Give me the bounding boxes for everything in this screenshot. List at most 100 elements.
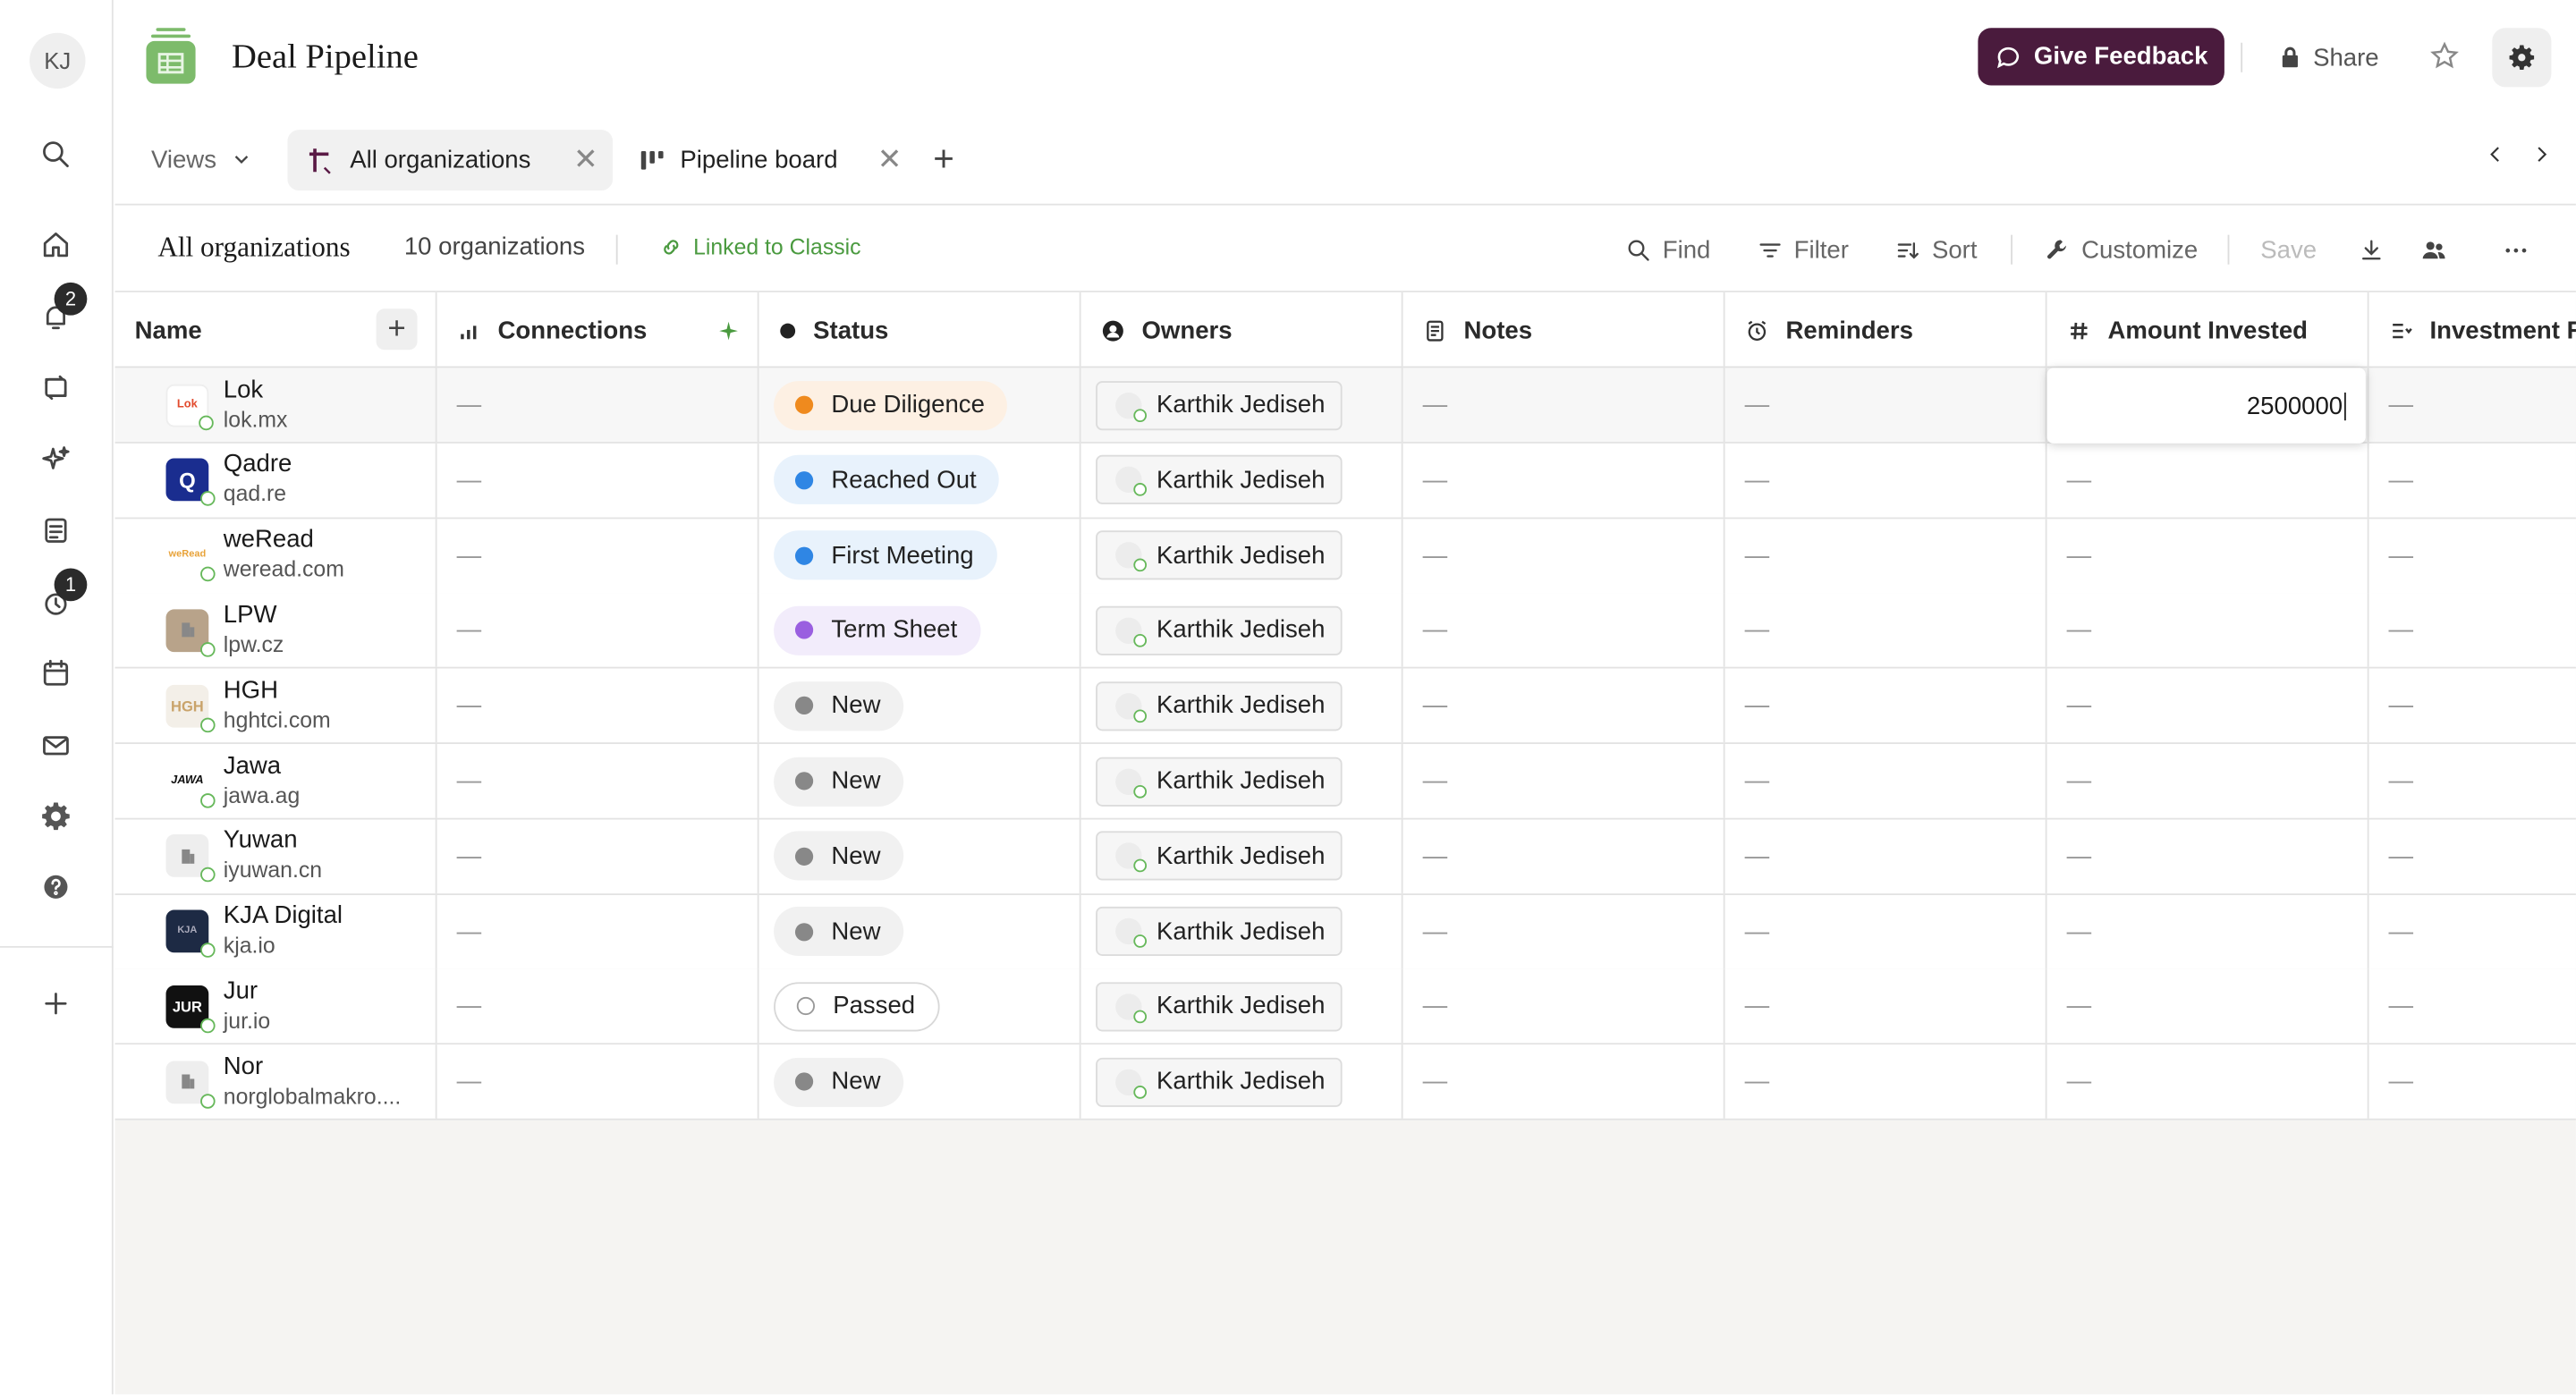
owner-chip[interactable]: Karthik Jediseh — [1096, 681, 1342, 731]
investment-round-cell[interactable]: — — [2369, 819, 2576, 893]
table-row[interactable]: Nor norglobalmakro.... — New Karthik Jediseh… — [114, 1044, 2576, 1120]
org-name[interactable]: Jawa — [224, 751, 300, 781]
sparkle-icon[interactable] — [36, 440, 75, 479]
connections-cell[interactable]: — — [437, 593, 759, 668]
chevron-left-icon[interactable] — [2484, 143, 2507, 166]
status-pill[interactable]: Term Sheet — [774, 605, 980, 655]
connections-cell[interactable]: — — [437, 668, 759, 743]
org-domain[interactable]: iyuwan.cn — [224, 856, 322, 885]
sort-button[interactable]: Sort — [1894, 232, 1977, 267]
amount-input-value[interactable]: 2500000 — [2247, 392, 2343, 419]
name-cell[interactable]: weRead weRead weread.com — [115, 518, 437, 593]
investment-round-cell[interactable]: — — [2369, 368, 2576, 442]
status-pill[interactable]: New — [774, 681, 904, 731]
people-icon[interactable] — [2419, 232, 2447, 267]
owners-cell[interactable]: Karthik Jediseh — [1081, 819, 1403, 893]
notes-icon[interactable] — [36, 511, 75, 550]
reminders-cell[interactable]: — — [1725, 819, 2047, 893]
tab-all-organizations[interactable]: All organizations ✕ — [287, 130, 614, 191]
name-cell[interactable]: Nor norglobalmakro.... — [115, 1044, 437, 1120]
column-header-owners[interactable]: Owners — [1081, 292, 1403, 368]
status-cell[interactable]: New — [759, 1044, 1081, 1120]
status-pill[interactable]: New — [774, 1057, 904, 1107]
name-cell[interactable]: JUR Jur jur.io — [115, 969, 437, 1044]
notes-cell[interactable]: — — [1403, 744, 1725, 818]
notes-cell[interactable]: — — [1403, 819, 1725, 893]
owner-chip[interactable]: Karthik Jediseh — [1096, 455, 1342, 505]
table-row[interactable]: weRead weRead weread.com — First Meeting Kart… — [114, 518, 2576, 595]
owners-cell[interactable]: Karthik Jediseh — [1081, 668, 1403, 743]
org-domain[interactable]: qad.re — [224, 480, 292, 510]
notes-cell[interactable]: — — [1403, 593, 1725, 668]
connections-cell[interactable]: — — [437, 969, 759, 1044]
amount-invested-cell[interactable]: — — [2047, 819, 2369, 893]
investment-round-cell[interactable]: — — [2369, 1044, 2576, 1119]
search-icon[interactable] — [36, 135, 75, 174]
investment-round-cell[interactable]: — — [2369, 444, 2576, 518]
org-name[interactable]: Jur — [224, 977, 270, 1007]
org-domain[interactable]: kja.io — [224, 932, 343, 961]
add-view-button[interactable]: + — [933, 139, 954, 179]
org-domain[interactable]: weread.com — [224, 555, 344, 585]
more-options-icon[interactable] — [2502, 232, 2529, 267]
notes-cell[interactable]: — — [1403, 368, 1725, 443]
owners-cell[interactable]: Karthik Jediseh — [1081, 894, 1403, 968]
status-pill[interactable]: First Meeting — [774, 530, 997, 580]
owner-chip[interactable]: Karthik Jediseh — [1096, 831, 1342, 882]
reminders-cell[interactable]: — — [1725, 894, 2047, 968]
amount-invested-cell[interactable]: — — [2047, 443, 2369, 518]
status-pill[interactable]: New — [774, 831, 904, 882]
owner-chip[interactable]: Karthik Jediseh — [1096, 380, 1342, 430]
table-row[interactable]: LPW lpw.cz — Term Sheet Karthik Jediseh — — — — — [114, 593, 2576, 670]
investment-round-cell[interactable]: — — [2369, 894, 2576, 968]
org-name[interactable]: weRead — [224, 526, 344, 555]
connections-cell[interactable]: — — [437, 518, 759, 593]
reminders-cell[interactable]: — — [1725, 1044, 2047, 1120]
views-dropdown[interactable]: Views — [151, 140, 252, 179]
notes-cell[interactable]: — — [1403, 668, 1725, 743]
amount-invested-editor[interactable]: 2500000 — [2046, 368, 2366, 444]
org-name[interactable]: KJA Digital — [224, 902, 343, 932]
status-pill[interactable]: Due Diligence — [774, 380, 1008, 430]
column-header-name[interactable]: Name + — [115, 292, 437, 368]
reminders-cell[interactable]: — — [1725, 443, 2047, 518]
org-domain[interactable]: jawa.ag — [224, 781, 300, 810]
status-pill[interactable]: New — [774, 756, 904, 806]
amount-invested-cell[interactable]: — — [2047, 894, 2369, 968]
page-settings-button[interactable] — [2492, 28, 2552, 88]
org-name[interactable]: Nor — [224, 1053, 401, 1082]
column-header-notes[interactable]: Notes — [1403, 292, 1725, 368]
name-cell[interactable]: KJA KJA Digital kja.io — [115, 894, 437, 968]
reminders-cell[interactable]: — — [1725, 518, 2047, 593]
customize-button[interactable]: Customize — [2044, 232, 2198, 267]
owners-cell[interactable]: Karthik Jediseh — [1081, 744, 1403, 818]
column-header-status[interactable]: Status — [759, 292, 1081, 368]
connections-cell[interactable]: — — [437, 894, 759, 968]
connections-cell[interactable]: — — [437, 368, 759, 443]
user-avatar[interactable]: KJ — [30, 32, 86, 89]
owner-chip[interactable]: Karthik Jediseh — [1096, 982, 1342, 1032]
home-icon[interactable] — [36, 225, 75, 265]
table-row[interactable]: Yuwan iyuwan.cn — New Karthik Jediseh — — — — — [114, 819, 2576, 895]
org-name[interactable]: LPW — [224, 601, 284, 630]
column-header-amount-invested[interactable]: Amount Invested — [2047, 292, 2369, 368]
investment-round-cell[interactable]: — — [2369, 744, 2576, 818]
give-feedback-button[interactable]: Give Feedback — [1978, 28, 2224, 86]
owners-cell[interactable]: Karthik Jediseh — [1081, 969, 1403, 1044]
notes-cell[interactable]: — — [1403, 969, 1725, 1044]
name-cell[interactable]: Q Qadre qad.re — [115, 443, 437, 518]
download-icon[interactable] — [2358, 232, 2385, 267]
add-column-plus-icon[interactable]: + — [376, 309, 418, 351]
org-name[interactable]: Lok — [224, 376, 288, 405]
name-cell[interactable]: JAWA Jawa jawa.ag — [115, 744, 437, 818]
amount-invested-cell[interactable]: — — [2047, 593, 2369, 668]
sync-icon[interactable] — [36, 368, 75, 407]
org-domain[interactable]: norglobalmakro.... — [224, 1082, 401, 1112]
table-row[interactable]: Q Qadre qad.re — Reached Out Karthik Jediseh —… — [114, 443, 2576, 520]
help-icon[interactable] — [36, 867, 75, 907]
reminders-cell[interactable]: — — [1725, 744, 2047, 818]
save-button[interactable]: Save — [2260, 232, 2317, 267]
settings-gear-icon[interactable] — [36, 797, 75, 836]
name-cell[interactable]: Yuwan iyuwan.cn — [115, 819, 437, 893]
close-icon[interactable]: ✕ — [877, 143, 902, 178]
